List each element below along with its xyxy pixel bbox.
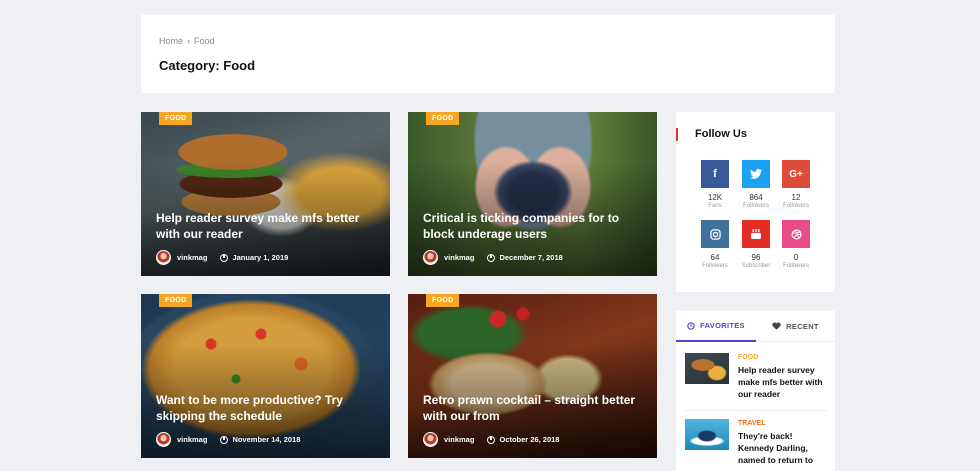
- twitter-label: Followers: [743, 203, 769, 209]
- breadcrumb-home-link[interactable]: Home: [159, 36, 183, 46]
- post-card[interactable]: FOOD Retro prawn cocktail – straight bet…: [408, 294, 657, 458]
- post-card[interactable]: FOOD Help reader survey make mfs better …: [141, 112, 390, 276]
- instagram-icon[interactable]: [701, 220, 729, 248]
- heart-icon: [772, 322, 781, 330]
- twitter-follow[interactable]: 864 Followers: [736, 160, 776, 210]
- post-meta: vinkmag October 26, 2018: [423, 432, 559, 447]
- post-title[interactable]: Help reader survey make mfs better with …: [156, 210, 375, 242]
- author-name[interactable]: vinkmag: [177, 253, 207, 262]
- post-card[interactable]: FOOD Critical is ticking companies for t…: [408, 112, 657, 276]
- post-date: October 26, 2018: [499, 435, 560, 444]
- post-date: December 7, 2018: [499, 253, 563, 262]
- post-date: January 1, 2019: [232, 253, 289, 262]
- favorites-recent-widget: FAVORITES RECENT FOOD Help reader survey…: [676, 311, 835, 471]
- category-tag[interactable]: FOOD: [426, 112, 460, 125]
- post-meta: vinkmag November 14, 2018: [156, 432, 300, 447]
- category-tag[interactable]: FOOD: [159, 294, 193, 307]
- post-meta: vinkmag December 7, 2018: [423, 250, 563, 265]
- post-title[interactable]: Critical is ticking companies for to blo…: [423, 210, 642, 242]
- author-name[interactable]: vinkmag: [444, 253, 474, 262]
- youtube-follow[interactable]: 96 Subscriber: [736, 220, 776, 270]
- clock-icon: [220, 435, 229, 444]
- facebook-icon[interactable]: f: [701, 160, 729, 188]
- author-name[interactable]: vinkmag: [177, 435, 207, 444]
- instagram-count: 64: [710, 253, 720, 262]
- author-avatar: [423, 432, 438, 447]
- category-header: Home › Food Category: Food: [141, 15, 835, 93]
- list-divider: [685, 410, 827, 411]
- google-plus-label: Followers: [783, 203, 809, 209]
- item-thumbnail[interactable]: [685, 353, 729, 384]
- item-category[interactable]: TRAVEL: [738, 419, 827, 428]
- google-plus-icon[interactable]: G+: [782, 160, 810, 188]
- dribbble-icon[interactable]: [782, 220, 810, 248]
- item-title[interactable]: Help reader survey make mfs better with …: [738, 364, 827, 400]
- google-plus-follow[interactable]: G+ 12 Followers: [776, 160, 816, 210]
- breadcrumb: Home › Food: [159, 36, 817, 46]
- youtube-count: 96: [751, 253, 761, 262]
- facebook-label: Fans: [708, 203, 722, 209]
- google-plus-count: 12: [791, 193, 801, 202]
- clock-icon: [687, 321, 695, 330]
- tab-recent-label: RECENT: [786, 321, 819, 331]
- tab-favorites[interactable]: FAVORITES: [676, 311, 756, 342]
- youtube-icon[interactable]: [742, 220, 770, 248]
- author-name[interactable]: vinkmag: [444, 435, 474, 444]
- follow-us-widget: Follow Us f 12K Fans 864 Followers G+ 12…: [676, 112, 835, 292]
- breadcrumb-separator-icon: ›: [187, 36, 191, 46]
- item-category[interactable]: FOOD: [738, 353, 827, 362]
- list-item[interactable]: TRAVEL They're back! Kennedy Darling, na…: [685, 419, 827, 466]
- tab-favorites-label: FAVORITES: [700, 321, 745, 330]
- author-avatar: [156, 250, 171, 265]
- twitter-icon[interactable]: [742, 160, 770, 188]
- post-meta: vinkmag January 1, 2019: [156, 250, 288, 265]
- widget-title: Follow Us: [676, 128, 747, 141]
- post-card[interactable]: FOOD Want to be more productive? Try ski…: [141, 294, 390, 458]
- facebook-count: 12K: [707, 193, 723, 202]
- instagram-follow[interactable]: 64 Followers: [695, 220, 735, 270]
- instagram-label: Followers: [702, 263, 728, 269]
- author-avatar: [423, 250, 438, 265]
- category-tag[interactable]: FOOD: [159, 112, 193, 125]
- list-item[interactable]: FOOD Help reader survey make mfs better …: [685, 353, 827, 400]
- item-thumbnail[interactable]: [685, 419, 729, 450]
- item-title[interactable]: They're back! Kennedy Darling, named to …: [738, 430, 827, 466]
- author-avatar: [156, 432, 171, 447]
- dribbble-label: Followers: [783, 263, 809, 269]
- breadcrumb-current: Food: [194, 36, 215, 46]
- clock-icon: [487, 435, 496, 444]
- post-date: November 14, 2018: [232, 435, 301, 444]
- page-title: Category: Food: [159, 58, 256, 73]
- post-title[interactable]: Want to be more productive? Try skipping…: [156, 392, 375, 424]
- dribbble-follow[interactable]: 0 Followers: [776, 220, 816, 270]
- category-tag[interactable]: FOOD: [426, 294, 460, 307]
- youtube-label: Subscriber: [741, 263, 771, 269]
- twitter-count: 864: [749, 193, 763, 202]
- clock-icon: [487, 253, 496, 262]
- clock-icon: [220, 253, 229, 262]
- facebook-follow[interactable]: f 12K Fans: [695, 160, 735, 210]
- post-title[interactable]: Retro prawn cocktail – straight better w…: [423, 392, 642, 424]
- tab-recent[interactable]: RECENT: [756, 311, 835, 342]
- dribbble-count: 0: [793, 253, 799, 262]
